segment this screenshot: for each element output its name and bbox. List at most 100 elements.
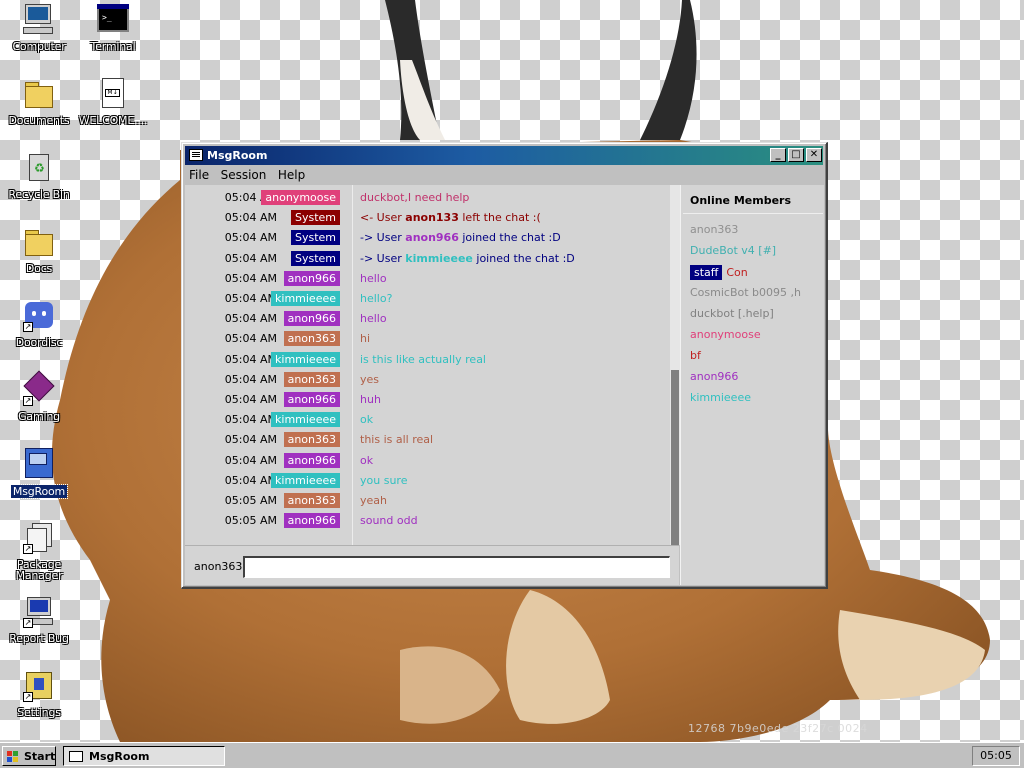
chat-scrollbar[interactable]: [670, 185, 680, 545]
settings-icon: ↗: [22, 669, 56, 703]
desktop-icon-package-manager[interactable]: ↗ Package Manager: [1, 521, 77, 581]
maximize-button[interactable]: □: [788, 148, 804, 162]
message-text: <- User anon133 left the chat :(: [360, 211, 541, 224]
user-badge[interactable]: anon363: [283, 371, 340, 387]
msgroom-icon: [22, 447, 56, 481]
terminal-icon: >_: [96, 3, 130, 37]
member-item[interactable]: anonymoose: [690, 328, 761, 341]
desktop-icon-msgroom[interactable]: MsgRoom: [1, 447, 77, 499]
user-badge[interactable]: anon966: [283, 270, 340, 286]
desktop-icon-settings[interactable]: ↗ Settings: [1, 669, 77, 718]
user-badge[interactable]: kimmieeee: [271, 291, 340, 306]
member-item[interactable]: anon966: [690, 370, 738, 383]
chat-message: 05:04 AM System -> User kimmieeee joined t…: [185, 249, 667, 269]
message-text: hello: [360, 312, 387, 325]
message-text: hi: [360, 332, 370, 345]
message-username: kimmieeee: [405, 251, 473, 265]
staff-badge: staff: [690, 265, 723, 280]
chat-message: 05:04 AM kimmieeee you sure: [185, 471, 667, 491]
system-clock: 05:05: [972, 746, 1020, 766]
start-button[interactable]: Start: [2, 746, 56, 766]
desktop-icon-docs[interactable]: Docs: [1, 225, 77, 274]
desktop-icon-documents[interactable]: Documents: [1, 77, 77, 126]
message-text: yeah: [360, 494, 387, 507]
msgroom-window[interactable]: MsgRoom _ □ ✕ File Session Help 05:04 AM…: [181, 142, 828, 589]
minimize-button[interactable]: _: [770, 148, 786, 162]
taskbar: Start MsgRoom 05:05: [0, 742, 1024, 768]
desktop-icon-recycle-bin[interactable]: ♻ Recycle Bin: [1, 151, 77, 200]
message-username: anon133: [405, 211, 459, 225]
member-item[interactable]: staff Con: [690, 265, 748, 280]
menu-help[interactable]: Help: [274, 166, 309, 182]
message-fragment: hello: [360, 271, 387, 285]
message-time: 05:05 AM: [224, 514, 277, 528]
desktop-icon-report-bug[interactable]: ↗ Report Bug: [1, 595, 77, 644]
message-text: huh: [360, 393, 381, 406]
window-title: MsgRoom: [207, 149, 268, 162]
desktop-icon-label: Docs: [25, 262, 53, 275]
message-fragment: hello: [360, 312, 387, 326]
doordisc-icon: ↗: [22, 299, 56, 333]
user-badge[interactable]: anon966: [283, 452, 340, 468]
chat-message: 05:04 AM anon363 this is all real: [185, 430, 667, 450]
message-fragment: sound odd: [360, 514, 418, 528]
message-time: 05:04 AM: [224, 312, 277, 326]
wallpaper-watermark: 12768 7b9e0ede 23f27c 0024: [688, 722, 868, 735]
desktop-icon-welcome[interactable]: M↓ WELCOME....: [75, 77, 151, 126]
desktop-icon-doordisc[interactable]: ↗ Doordisc: [1, 299, 77, 348]
user-badge[interactable]: kimmieeee: [271, 412, 340, 428]
start-label: Start: [24, 750, 56, 763]
message-fragment: hello?: [360, 292, 393, 305]
member-item[interactable]: anon363: [690, 223, 738, 236]
user-badge[interactable]: anon363: [283, 493, 340, 508]
user-badge[interactable]: anon966: [283, 513, 340, 529]
message-time: 05:04 AM: [224, 352, 277, 366]
member-item[interactable]: bf: [690, 349, 701, 362]
message-text: yes: [360, 373, 379, 386]
chat-message: 05:04 AM anon966 ok: [185, 451, 667, 471]
member-name: anon363: [690, 223, 739, 236]
message-text: you sure: [360, 474, 407, 487]
user-badge[interactable]: System: [290, 250, 340, 266]
chat-log[interactable]: 05:04 AM anonymoose duckbot,I need help 05:…: [185, 185, 680, 545]
message-fragment: duckbot,I need help: [360, 191, 470, 204]
member-name: anonymoose: [690, 328, 761, 341]
member-item[interactable]: DudeBot v4 [#]: [690, 244, 776, 257]
desktop-icon-terminal[interactable]: >_ Terminal: [75, 3, 151, 52]
chat-message: 05:04 AM anon966 hello: [185, 309, 667, 329]
scrollbar-thumb[interactable]: [671, 370, 679, 545]
message-text: is this like actually real: [360, 353, 486, 366]
message-input[interactable]: [243, 556, 670, 578]
desktop-icon-label: Terminal: [90, 40, 136, 53]
message-text: this is all real: [360, 433, 433, 446]
message-time: 05:04 AM: [224, 413, 277, 427]
member-item[interactable]: kimmieeee: [690, 391, 751, 404]
chat-input-bar: anon363: [185, 545, 679, 585]
window-titlebar[interactable]: MsgRoom _ □ ✕: [185, 146, 823, 165]
desktop-icon-computer[interactable]: Computer: [1, 3, 77, 52]
user-badge[interactable]: kimmieeee: [271, 351, 340, 367]
user-badge[interactable]: anon363: [283, 432, 340, 448]
user-badge[interactable]: anon966: [283, 392, 340, 407]
message-fragment: yes: [360, 372, 380, 386]
user-badge[interactable]: anon363: [283, 331, 340, 347]
menu-session[interactable]: Session: [217, 166, 271, 182]
taskbar-item-msgroom[interactable]: MsgRoom: [63, 746, 225, 766]
report-bug-icon: ↗: [22, 595, 56, 629]
user-badge[interactable]: System: [290, 210, 340, 226]
user-badge[interactable]: kimmieeee: [271, 472, 340, 488]
member-item[interactable]: duckbot [.help]: [690, 307, 774, 320]
menu-file[interactable]: File: [185, 166, 213, 182]
member-item[interactable]: CosmicBot b0095 ,h: [690, 286, 801, 299]
chat-message: 05:04 AM System -> User anon966 joined the…: [185, 228, 667, 248]
close-button[interactable]: ✕: [806, 148, 822, 162]
desktop-icon-gaming[interactable]: ↗ Gaming: [1, 370, 77, 422]
message-text: hello: [360, 272, 387, 285]
user-badge[interactable]: anonymoose: [261, 190, 340, 205]
user-badge[interactable]: anon966: [283, 311, 340, 327]
chat-bubble-icon: [69, 751, 83, 762]
chat-message: 05:04 AM kimmieeee ok: [185, 410, 667, 430]
taskbar-item-label: MsgRoom: [89, 750, 150, 763]
user-badge[interactable]: System: [290, 230, 340, 246]
chat-bubble-icon: [189, 149, 203, 161]
